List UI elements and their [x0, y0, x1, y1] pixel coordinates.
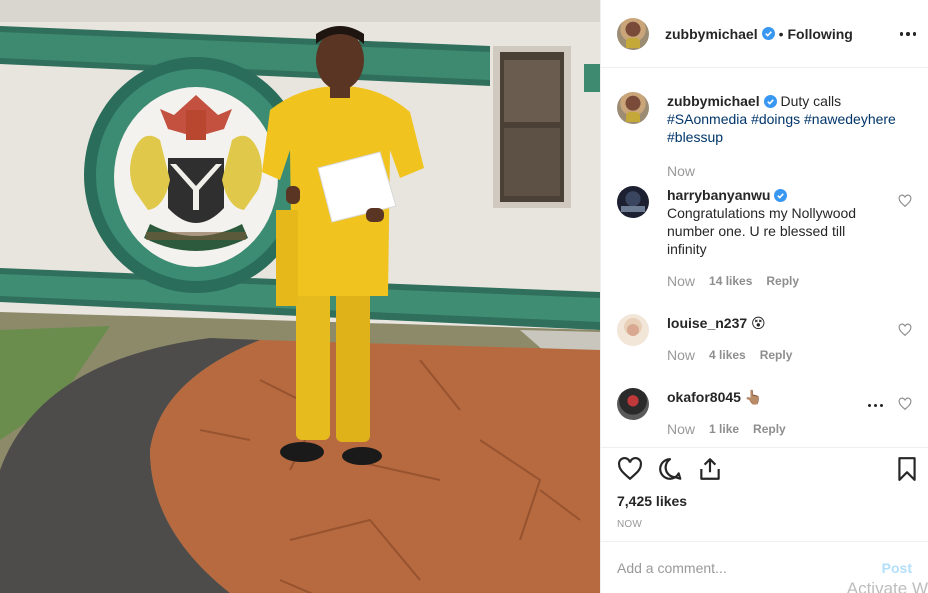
comment-like-heart-icon[interactable]: [898, 194, 912, 208]
comment-meta: Now 4 likes Reply: [667, 346, 912, 364]
post-header: zubbymichael • Following: [601, 0, 928, 68]
post-timestamp[interactable]: NOW: [617, 519, 642, 530]
comment-time[interactable]: Now: [667, 272, 695, 290]
comment-meta: Now 14 likes Reply: [667, 272, 912, 290]
bookmark-icon[interactable]: [894, 456, 920, 482]
verified-badge-icon: [763, 95, 777, 108]
verified-badge-icon: [761, 27, 775, 40]
comment-bubble-icon[interactable]: [657, 456, 683, 482]
comment-time[interactable]: Now: [667, 346, 695, 364]
author-username[interactable]: zubbymichael: [665, 26, 758, 42]
post-photo[interactable]: [0, 0, 600, 593]
add-comment-input[interactable]: [617, 559, 882, 576]
separator-dot: •: [778, 25, 784, 42]
comment-body: okafor8045 👆🏽 Now 1 like Reply: [667, 388, 912, 438]
author-avatar[interactable]: [617, 17, 649, 50]
hashtag-link[interactable]: #doings: [751, 111, 800, 127]
comment-username[interactable]: harrybanyanwu: [667, 187, 770, 203]
action-bar: [617, 456, 920, 490]
comment-more-options-icon[interactable]: [868, 398, 886, 412]
reply-button[interactable]: Reply: [766, 272, 799, 290]
likes-count[interactable]: 7,425 likes: [617, 493, 687, 509]
post-side-panel: zubbymichael • Following zubbymichael Du…: [600, 0, 928, 593]
comment-body: louise_n237 😵 Now 4 likes Reply: [667, 314, 912, 364]
caption-username[interactable]: zubbymichael: [667, 93, 760, 109]
share-icon[interactable]: [697, 456, 723, 482]
heart-icon[interactable]: [617, 456, 643, 482]
reply-button[interactable]: Reply: [760, 346, 793, 364]
commenter-avatar[interactable]: [617, 314, 649, 346]
comment-item: louise_n237 😵 Now 4 likes Reply: [617, 314, 912, 364]
comment-item: okafor8045 👆🏽 Now 1 like Reply: [617, 388, 912, 438]
comment-likes[interactable]: 1 like: [709, 420, 739, 438]
caption-text: Duty calls: [780, 93, 842, 109]
comment-text: 😵: [751, 315, 766, 331]
following-button[interactable]: Following: [788, 26, 853, 42]
comment-meta: Now 1 like Reply: [667, 420, 912, 438]
comment-body: harrybanyanwu Congratulations my Nollywo…: [667, 186, 912, 290]
comment-like-heart-icon[interactable]: [898, 397, 912, 411]
author-info: zubbymichael • Following: [665, 26, 853, 42]
activate-windows-watermark: Activate W: [846, 579, 928, 593]
reply-button[interactable]: Reply: [753, 420, 786, 438]
caption-body: zubbymichael Duty calls #SAonmedia #doin…: [667, 92, 912, 180]
post-image: [0, 0, 600, 593]
more-options-icon[interactable]: [898, 24, 918, 44]
comment-likes[interactable]: 14 likes: [709, 272, 752, 290]
add-comment-bar: Post Activate W: [601, 541, 928, 593]
comment-like-heart-icon[interactable]: [898, 323, 912, 337]
comment-username[interactable]: okafor8045: [667, 389, 741, 405]
post-comment-button[interactable]: Post: [882, 560, 912, 576]
commenter-avatar[interactable]: [617, 186, 649, 218]
comment-username[interactable]: louise_n237: [667, 315, 747, 331]
hashtag-link[interactable]: #SAonmedia: [667, 111, 747, 127]
caption-time[interactable]: Now: [667, 162, 695, 180]
comments-list[interactable]: zubbymichael Duty calls #SAonmedia #doin…: [601, 68, 928, 448]
verified-badge-icon: [774, 189, 788, 202]
comment-time[interactable]: Now: [667, 420, 695, 438]
hashtag-link[interactable]: #nawedeyhere: [804, 111, 896, 127]
commenter-avatar[interactable]: [617, 388, 649, 420]
caption-meta: Now: [667, 162, 912, 180]
hashtag-link[interactable]: #blessup: [667, 129, 723, 145]
comment-item: harrybanyanwu Congratulations my Nollywo…: [617, 186, 912, 290]
comment-text: 👆🏽: [744, 389, 763, 405]
comment-text: Congratulations my Nollywood number one.…: [667, 205, 857, 257]
caption: zubbymichael Duty calls #SAonmedia #doin…: [617, 92, 912, 180]
caption-avatar[interactable]: [617, 92, 649, 124]
comment-likes[interactable]: 4 likes: [709, 346, 746, 364]
